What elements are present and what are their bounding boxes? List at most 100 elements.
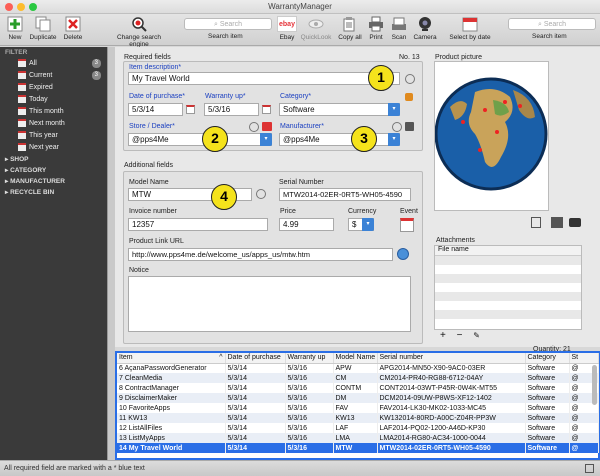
table-cell: 5/3/14 — [225, 363, 286, 373]
ebay-button[interactable]: ebay Ebay — [276, 16, 298, 41]
table-row[interactable]: 6 AçanaPasswordGenerator 5/3/14 5/3/16 APW A… — [117, 363, 599, 373]
sidebar-item-next-month[interactable]: Next month — [18, 119, 103, 129]
column-header-store[interactable]: St — [569, 353, 599, 364]
store-select[interactable]: @pps4Me ▾ — [128, 133, 272, 146]
invoice-number-field[interactable]: 12357 — [128, 218, 268, 231]
column-header-model-name[interactable]: Model Name — [333, 353, 378, 364]
table-row[interactable]: 9 DisclaimerMaker 5/3/14 5/3/16 DM DCM2014-0… — [117, 393, 599, 403]
table-cell: @ — [569, 433, 599, 443]
zoom-window-button[interactable] — [29, 3, 37, 11]
edit-attachment-icon[interactable]: ✎ — [473, 331, 480, 340]
category-select[interactable]: Software ▾ — [279, 103, 400, 116]
callout-badge-2: 2 — [202, 126, 228, 152]
price-label: Price — [280, 208, 296, 215]
product-picture-well[interactable] — [434, 61, 549, 211]
table-header-row: Item ^ Date of purchase Warranty up Mode… — [117, 353, 599, 364]
google-search-icon[interactable] — [249, 122, 259, 132]
sidebar-item-all[interactable]: All 3 — [18, 59, 103, 69]
manufacturer-select[interactable]: @pps4Me ▾ — [279, 133, 400, 146]
items-table[interactable]: Item ^ Date of purchase Warranty up Mode… — [115, 351, 600, 460]
scan-button[interactable]: Scan — [389, 16, 409, 41]
column-header-item[interactable]: Item ^ — [117, 353, 226, 364]
calendar-icon[interactable] — [262, 105, 271, 114]
table-row[interactable]: 10 FavoriteApps 5/3/14 5/3/16 FAV FAV2014-LK… — [117, 403, 599, 413]
open-link-icon[interactable] — [397, 248, 409, 260]
chevron-down-icon: ▾ — [362, 218, 374, 231]
print-button[interactable]: Print — [366, 16, 386, 41]
search-input[interactable]: ⌕ Search — [184, 18, 272, 30]
calendar-icon — [462, 17, 478, 32]
calendar-icon[interactable] — [186, 105, 195, 114]
change-search-engine-button[interactable]: Change search engine — [110, 16, 168, 48]
photo-library-icon[interactable] — [551, 217, 563, 228]
product-link-field[interactable]: http://www.pps4me.de/welcome_us/apps_us/… — [128, 248, 393, 261]
serial-number-field[interactable]: MTW2014-02ER-0RT5-WH05-4590 — [279, 188, 411, 201]
price-field[interactable]: 4.99 — [279, 218, 334, 231]
sidebar-item-next-year[interactable]: Next year — [18, 143, 103, 153]
delete-button[interactable]: Delete — [61, 16, 85, 41]
share-icon[interactable] — [531, 217, 541, 228]
attachments-column-header[interactable]: File name — [435, 246, 581, 256]
shop-icon[interactable] — [262, 122, 272, 131]
duplicate-button[interactable]: Duplicate — [28, 16, 58, 41]
sidebar-section-shop[interactable]: ▸ SHOP — [5, 155, 29, 163]
table-cell: 10 FavoriteApps — [117, 403, 226, 413]
table-row[interactable]: 11 KW13 5/3/14 5/3/16 KW13 KW132014-80RD-A00… — [117, 413, 599, 423]
table-row[interactable]: 14 My Travel World 5/3/14 5/3/16 MTW MTW2014… — [117, 443, 599, 453]
share-icon[interactable] — [585, 464, 594, 473]
table-row[interactable]: 13 ListMyApps 5/3/14 5/3/16 LMA LMA2014-RG80… — [117, 433, 599, 443]
new-button[interactable]: New — [4, 16, 26, 41]
table-cell: 5/3/16 — [285, 383, 334, 393]
sidebar-section-recycle-bin[interactable]: ▸ RECYCLE BIN — [5, 188, 54, 196]
splitter-handle[interactable] — [107, 47, 115, 460]
sidebar-item-expired[interactable]: Expired — [18, 83, 103, 93]
required-fields-heading: Required fields — [124, 54, 171, 61]
remove-attachment-button[interactable]: − — [457, 330, 463, 341]
attachments-list[interactable]: File name — [434, 245, 582, 330]
notice-textarea[interactable] — [128, 276, 411, 332]
add-attachment-button[interactable]: + — [440, 330, 446, 341]
plus-icon — [7, 16, 23, 32]
column-header-warranty-up[interactable]: Warranty up — [285, 353, 334, 364]
sidebar-item-this-month[interactable]: This month — [18, 107, 103, 117]
event-calendar-icon[interactable] — [400, 218, 414, 232]
table-scrollbar[interactable] — [592, 365, 597, 405]
sidebar-section-manufacturer[interactable]: ▸ MANUFACTURER — [5, 177, 65, 185]
table-cell: Software — [525, 443, 570, 453]
google-search-icon[interactable] — [256, 189, 266, 199]
table-cell: LAF2014-PQ02-1200-A46D-KP30 — [377, 423, 526, 433]
google-search-icon[interactable] — [405, 74, 415, 84]
table-row[interactable]: 12 ListAllFiles 5/3/14 5/3/16 LAF LAF2014-PQ… — [117, 423, 599, 433]
sidebar-item-today[interactable]: Today — [18, 95, 103, 105]
table-cell: 5/3/14 — [225, 373, 286, 383]
status-bar: All required field are marked with a * b… — [0, 460, 600, 476]
sidebar-item-current[interactable]: Current 3 — [18, 71, 103, 81]
column-header-category[interactable]: Category — [525, 353, 570, 364]
table-row[interactable]: 7 CleanMedia 5/3/14 5/3/16 CM CM2014-PR40-RG… — [117, 373, 599, 383]
table-cell: 5/3/14 — [225, 393, 286, 403]
warranty-up-field[interactable]: 5/3/16 — [204, 103, 259, 116]
google-search-icon[interactable] — [392, 122, 402, 132]
table-cell: 12 ListAllFiles — [117, 423, 226, 433]
item-description-field[interactable]: My Travel World — [128, 72, 400, 85]
column-header-date-of-purchase[interactable]: Date of purchase — [225, 353, 286, 364]
manufacturer-icon[interactable] — [405, 122, 414, 131]
table-cell: APW — [333, 363, 378, 373]
copy-all-button[interactable]: Copy all — [337, 16, 363, 41]
date-of-purchase-field[interactable]: 5/3/14 — [128, 103, 183, 116]
search-input-secondary[interactable]: ⌕ Search — [508, 18, 596, 30]
minimize-window-button[interactable] — [17, 3, 25, 11]
select-by-date-button[interactable]: Select by date — [446, 16, 494, 41]
quicklook-button[interactable]: QuickLook — [300, 16, 332, 41]
table-cell: Software — [525, 433, 570, 443]
camera-button[interactable]: Camera — [412, 16, 438, 41]
column-header-serial-number[interactable]: Serial number — [377, 353, 526, 364]
sidebar-item-this-year[interactable]: This year — [18, 131, 103, 141]
table-row[interactable]: 8 ContractManager 5/3/14 5/3/16 CONTM CONT20… — [117, 383, 599, 393]
currency-select[interactable]: $ ▾ — [348, 218, 374, 231]
sidebar-section-category[interactable]: ▸ CATEGORY — [5, 166, 46, 174]
camera-icon[interactable] — [569, 218, 581, 227]
table-cell: 5/3/16 — [285, 413, 334, 423]
table-cell: CONTM — [333, 383, 378, 393]
close-window-button[interactable] — [5, 3, 13, 11]
